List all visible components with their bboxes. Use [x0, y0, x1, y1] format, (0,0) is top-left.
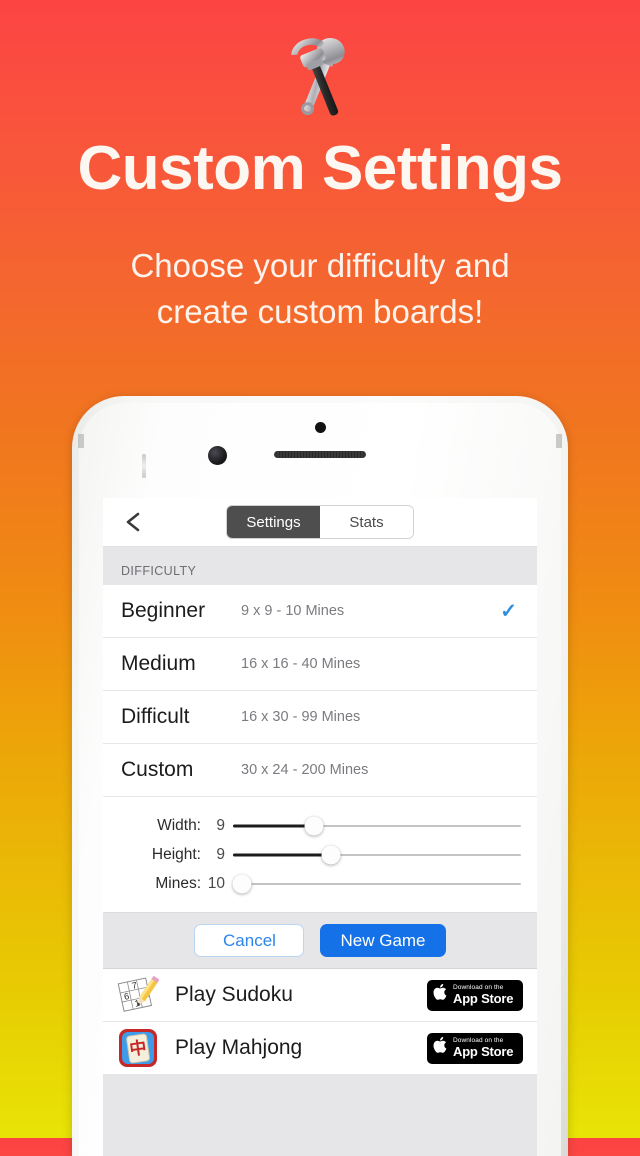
screen-empty-area — [103, 1075, 537, 1156]
promo-row-sudoku[interactable]: 7 6 1 Play Sudoku Download on the App St… — [103, 969, 537, 1022]
app-store-badge-text: Download on the App Store — [453, 1037, 514, 1060]
height-value: 9 — [216, 845, 225, 863]
earpiece-speaker-icon — [274, 451, 366, 458]
promo-row-mahjong[interactable]: 中 Play Mahjong Download on the App Store — [103, 1022, 537, 1075]
slider-knob[interactable] — [304, 816, 324, 835]
height-slider[interactable] — [233, 845, 521, 865]
mute-switch[interactable] — [142, 454, 146, 478]
app-store-badge-mahjong[interactable]: Download on the App Store — [427, 1032, 523, 1064]
mahjong-app-icon: 中 — [117, 1027, 159, 1069]
tab-settings[interactable]: Settings — [227, 506, 320, 538]
badge-title: App Store — [453, 1044, 514, 1060]
width-value: 9 — [216, 816, 225, 834]
checkmark-icon: ✓ — [500, 600, 517, 623]
difficulty-name: Beginner — [121, 599, 206, 622]
mines-slider[interactable] — [232, 874, 521, 894]
difficulty-name: Custom — [121, 758, 194, 781]
app-nav-bar: Settings Stats — [103, 498, 537, 547]
height-label: Height: — [151, 845, 201, 863]
slider-knob[interactable] — [321, 845, 341, 864]
antenna-line-left — [78, 434, 84, 448]
difficulty-description: 9 x 9 - 10 Mines — [241, 603, 345, 619]
slider-track-fill — [233, 824, 314, 827]
difficulty-row-custom[interactable]: Custom 30 x 24 - 200 Mines — [103, 744, 537, 797]
slider-track-background — [233, 882, 521, 885]
width-slider-row: Width: 9 — [103, 811, 537, 840]
slider-track-fill — [233, 853, 331, 856]
front-camera-icon — [208, 446, 227, 465]
mines-slider-row: Mines: 10 — [103, 869, 537, 898]
difficulty-row-beginner[interactable]: Beginner 9 x 9 - 10 Mines ✓ — [103, 585, 537, 638]
app-store-badge-sudoku[interactable]: Download on the App Store — [427, 979, 523, 1011]
difficulty-section-header: DIFFICULTY — [103, 547, 537, 585]
difficulty-row-difficult[interactable]: Difficult 16 x 30 - 99 Mines — [103, 691, 537, 744]
page-subtitle-line2: create custom boards! — [156, 292, 484, 330]
width-label: Width: — [157, 816, 201, 834]
difficulty-description: 30 x 24 - 200 Mines — [241, 762, 369, 778]
difficulty-description: 16 x 16 - 40 Mines — [241, 656, 361, 672]
hero-section: Custom Settings Choose your difficulty a… — [0, 0, 640, 334]
sudoku-app-icon: 7 6 1 — [117, 974, 160, 1016]
new-game-button[interactable]: New Game — [320, 924, 446, 957]
hammer-and-wrench-icon — [0, 30, 640, 130]
custom-size-sliders: Width: 9 Height: 9 Mines: 10 — [103, 797, 537, 913]
slider-knob[interactable] — [232, 874, 252, 893]
difficulty-name: Difficult — [121, 705, 190, 728]
antenna-line-right — [556, 434, 562, 448]
phone-body: Settings Stats DIFFICULTY Beginner 9 x 9… — [72, 396, 568, 1156]
svg-text:中: 中 — [128, 1037, 148, 1059]
promo-label: Play Sudoku — [175, 983, 293, 1006]
proximity-sensor-icon — [315, 422, 326, 433]
back-chevron-icon[interactable] — [123, 511, 145, 533]
difficulty-row-medium[interactable]: Medium 16 x 16 - 40 Mines — [103, 638, 537, 691]
page-subtitle-line1: Choose your difficulty and — [130, 247, 510, 285]
action-button-bar: Cancel New Game — [103, 913, 537, 969]
mines-value: 10 — [207, 874, 225, 892]
mines-label: Mines: — [155, 874, 201, 892]
badge-title: App Store — [453, 991, 514, 1007]
width-slider[interactable] — [233, 816, 521, 836]
page-subtitle: Choose your difficulty and create custom… — [0, 243, 640, 334]
promo-label: Play Mahjong — [175, 1036, 303, 1059]
phone-screen: Settings Stats DIFFICULTY Beginner 9 x 9… — [103, 498, 537, 1156]
height-slider-row: Height: 9 — [103, 840, 537, 869]
difficulty-description: 16 x 30 - 99 Mines — [241, 709, 361, 725]
apple-logo-icon — [433, 983, 448, 1005]
tab-stats[interactable]: Stats — [320, 506, 413, 538]
phone-mockup: Settings Stats DIFFICULTY Beginner 9 x 9… — [72, 396, 568, 1156]
settings-stats-segmented-control[interactable]: Settings Stats — [226, 505, 414, 539]
app-store-badge-text: Download on the App Store — [453, 984, 514, 1007]
difficulty-name: Medium — [121, 652, 196, 675]
apple-logo-icon — [433, 1036, 448, 1058]
cancel-button[interactable]: Cancel — [194, 924, 305, 957]
page-title: Custom Settings — [77, 134, 563, 203]
